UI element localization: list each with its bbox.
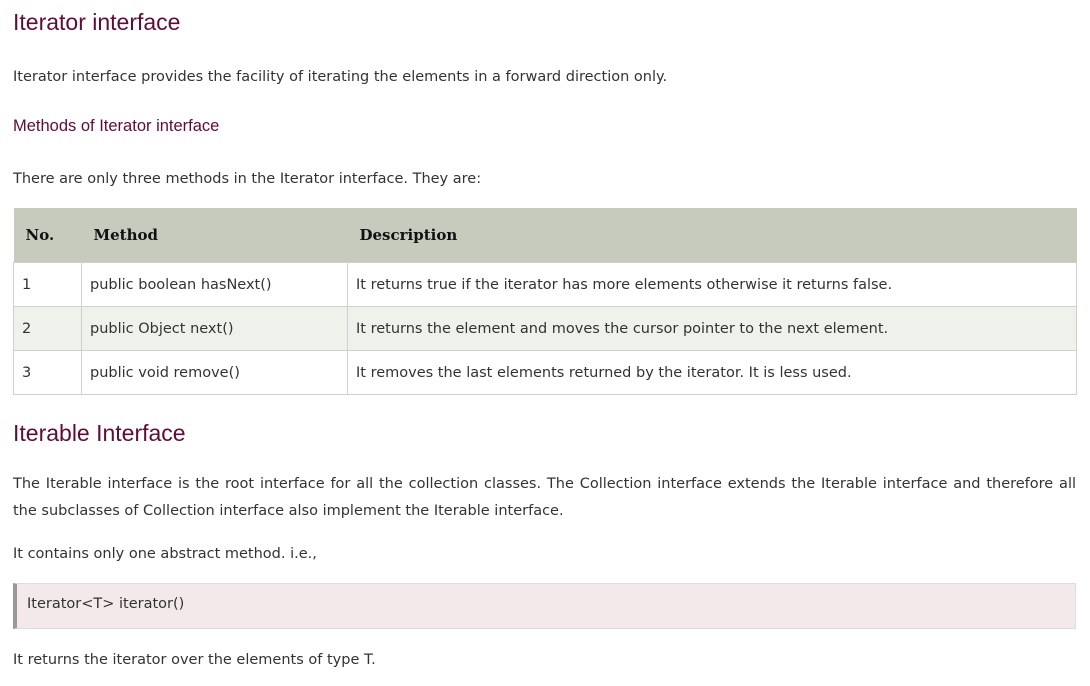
iterable-description-text: The Iterable interface is the root inter… <box>13 476 1076 519</box>
iterable-interface-heading: Iterable Interface <box>13 420 186 446</box>
methods-heading: Methods of Iterator interface <box>13 117 220 135</box>
iterator-intro-text: Iterator interface provides the facility… <box>13 69 668 85</box>
iterator-interface-heading: Iterator interface <box>13 9 181 35</box>
row-method: public void remove() <box>81 350 348 395</box>
methods-intro-text: There are only three methods in the Iter… <box>13 171 482 187</box>
row-description: It returns the element and moves the cur… <box>347 306 1077 351</box>
abstract-method-note: It contains only one abstract method. i.… <box>13 546 317 562</box>
column-header-description: Description <box>347 208 1077 263</box>
row-description: It removes the last elements returned by… <box>347 350 1077 395</box>
row-number: 1 <box>13 262 82 307</box>
methods-table: No. Method Description 1 public boolean … <box>13 208 1077 395</box>
row-method: public Object next() <box>81 306 348 351</box>
table-header-row: No. Method Description <box>13 208 1077 263</box>
column-header-no: No. <box>13 208 82 263</box>
table-row: 2 public Object next() It returns the el… <box>13 306 1077 351</box>
table-row: 1 public boolean hasNext() It returns tr… <box>13 262 1077 307</box>
row-method: public boolean hasNext() <box>81 262 348 307</box>
column-header-method: Method <box>81 208 348 263</box>
row-number: 3 <box>13 350 82 395</box>
code-signature: Iterator<T> iterator() <box>27 596 185 612</box>
returns-note-text: It returns the iterator over the element… <box>13 652 376 668</box>
row-number: 2 <box>13 306 82 351</box>
table-row: 3 public void remove() It removes the la… <box>13 350 1077 395</box>
code-block: Iterator<T> iterator() <box>13 583 1076 629</box>
row-description: It returns true if the iterator has more… <box>347 262 1077 307</box>
